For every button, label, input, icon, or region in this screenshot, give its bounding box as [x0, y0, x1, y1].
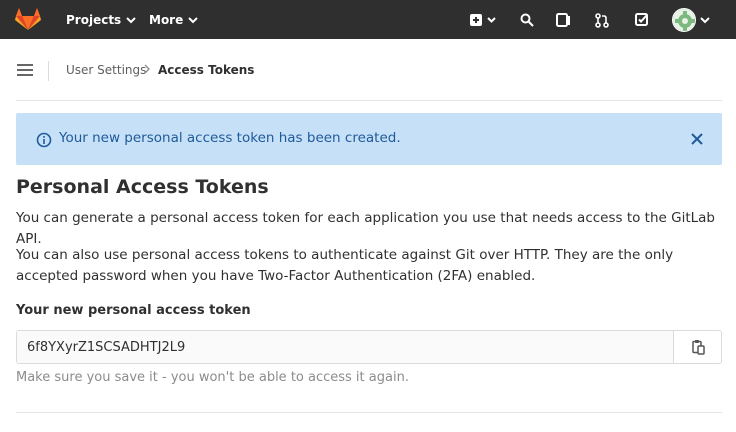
token-help-text: Make sure you save it - you won't be abl…	[16, 370, 409, 385]
page-title: Personal Access Tokens	[16, 176, 269, 198]
avatar-chevron-down-icon[interactable]	[698, 10, 712, 30]
token-field-label: Your new personal access token	[16, 303, 251, 318]
todos-button[interactable]	[632, 10, 652, 30]
alert-message: Your new personal access token has been …	[59, 130, 401, 146]
top-navbar: Projects More	[0, 0, 736, 39]
breadcrumb-current[interactable]: Access Tokens	[158, 63, 254, 77]
projects-menu-label: Projects	[66, 12, 122, 27]
merge-requests-button[interactable]	[592, 10, 612, 30]
copy-token-button[interactable]	[673, 331, 721, 363]
sidebar-toggle-icon[interactable]	[16, 62, 34, 78]
info-icon	[36, 132, 52, 148]
avatar-image	[673, 9, 695, 31]
chevron-down-icon	[126, 13, 136, 27]
todo-check-icon	[635, 13, 648, 26]
chevron-right-icon	[144, 64, 150, 74]
chevron-down-icon	[188, 13, 198, 27]
description-paragraph-git: You can also use personal access tokens …	[16, 247, 674, 284]
issues-button[interactable]	[553, 10, 573, 30]
search-icon	[520, 13, 534, 27]
gitlab-logo-icon[interactable]	[15, 7, 41, 31]
token-field-group	[16, 330, 722, 364]
search-button[interactable]	[517, 10, 537, 30]
token-input[interactable]	[17, 331, 673, 363]
issues-icon	[556, 13, 570, 27]
more-menu-label: More	[149, 12, 184, 27]
new-item-dropdown[interactable]	[469, 10, 499, 30]
plus-square-icon	[470, 14, 496, 26]
section-divider	[16, 412, 722, 413]
breadcrumb: User Settings Access Tokens	[16, 55, 722, 101]
token-created-alert: Your new personal access token has been …	[16, 113, 722, 165]
projects-menu[interactable]: Projects	[66, 0, 136, 39]
breadcrumb-divider	[48, 61, 49, 81]
more-menu[interactable]: More	[149, 0, 198, 39]
breadcrumb-user-settings-link[interactable]: User Settings	[66, 63, 146, 77]
merge-request-icon	[595, 12, 609, 28]
user-avatar[interactable]	[672, 8, 696, 32]
clipboard-icon	[691, 340, 705, 355]
close-icon[interactable]	[690, 132, 704, 146]
description-paragraph-api: You can generate a personal access token…	[16, 210, 715, 247]
